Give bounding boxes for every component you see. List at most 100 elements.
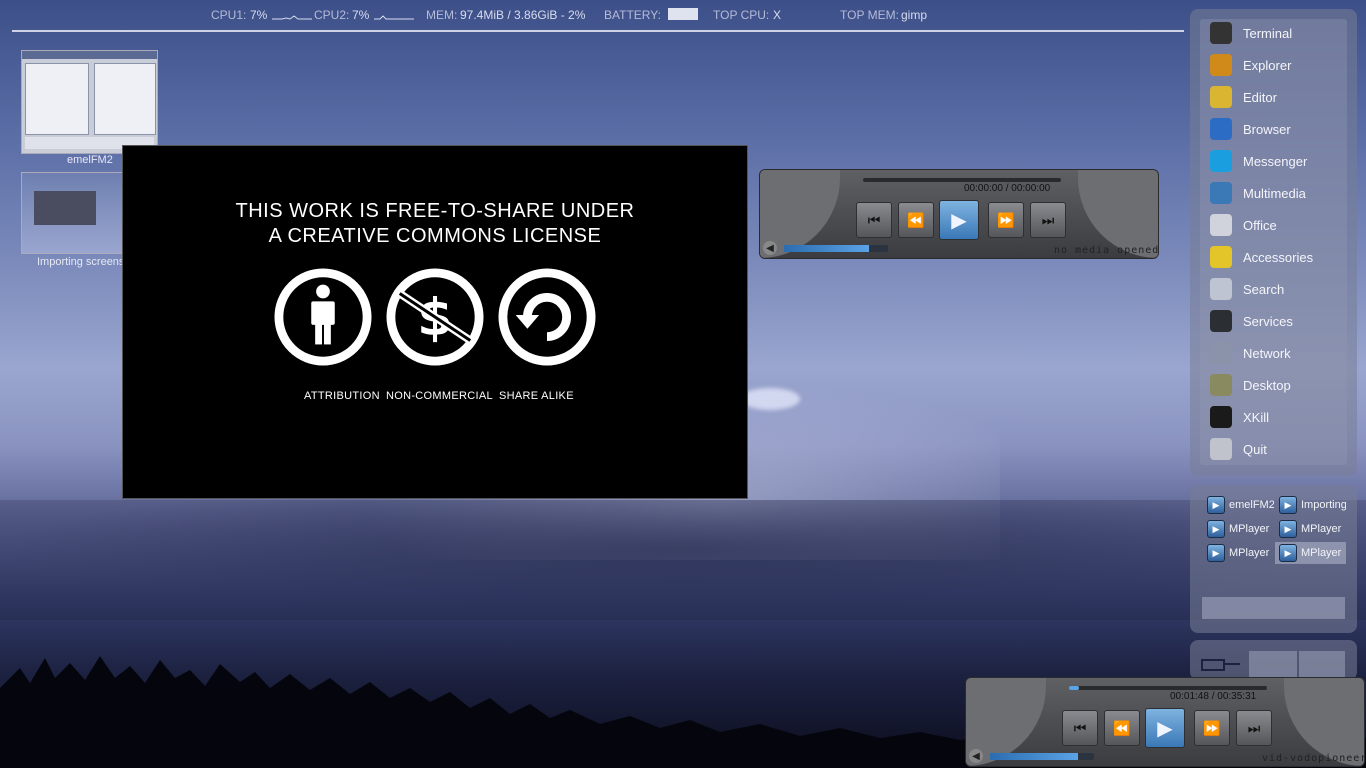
menu-item-label: XKill [1243,409,1270,425]
terminal-icon [1210,22,1232,44]
window-thumbnail-emelfm2[interactable] [21,50,158,154]
menu-item-label: Accessories [1243,249,1314,265]
image-viewer-window[interactable]: THIS WORK IS FREE-TO-SHARE UNDER A CREAT… [122,145,748,499]
pager-workspace-2[interactable] [1299,651,1345,677]
menu-item-quit[interactable]: Quit [1202,435,1347,463]
task-button[interactable]: ▶ MPlayer [1203,518,1274,540]
task-button[interactable]: ▶ MPlayer [1275,542,1346,564]
time-display: 00:00:00 / 00:00:00 [964,183,1051,194]
task-button[interactable]: ▶ Importing [1275,494,1346,516]
mem-value: 97.4MiB / 3.86GiB - 2% [460,8,586,22]
power-icon [1210,438,1232,460]
task-button[interactable]: ▶ MPlayer [1203,542,1274,564]
share-alike-caption: SHARE ALIKE [499,390,574,402]
menu-item-label: Messenger [1243,153,1308,169]
fast-forward-button[interactable]: ⏩ [988,202,1024,238]
menu-item-editor[interactable]: Editor [1202,83,1347,111]
menu-item-messenger[interactable]: Messenger [1202,147,1347,175]
play-button[interactable]: ▶ [1145,708,1185,748]
fast-forward-button[interactable]: ⏩ [1194,710,1230,746]
thumbnail-right-pane [94,63,156,135]
top-mem-label: TOP MEM: [840,8,899,22]
menu-item-desktop[interactable]: Desktop [1202,371,1347,399]
skip-previous-button[interactable]: ⏮ [856,202,892,238]
non-commercial-icon: $ [386,268,484,366]
volume-level [990,753,1079,760]
cpu2-value: 7% [352,8,370,22]
task-label: MPlayer [1301,547,1342,559]
task-label: Importing [1301,499,1346,511]
media-status: no media opened. [1054,245,1159,256]
menu-item-office[interactable]: Office [1202,211,1347,239]
skip-previous-button[interactable]: ⏮ [1062,710,1098,746]
menu-item-multimedia[interactable]: Multimedia [1202,179,1347,207]
menu-item-xkill[interactable]: XKill [1202,403,1347,431]
explorer-icon [1210,54,1232,76]
menu-item-label: Explorer [1243,57,1292,73]
menu-item-label: Browser [1243,121,1291,137]
menu-item-search[interactable]: Search [1202,275,1347,303]
browser-icon [1210,118,1232,140]
multimedia-icon [1210,182,1232,204]
thumbnail-label-importing: Importing screens [37,256,125,268]
menu-item-terminal[interactable]: Terminal [1202,19,1347,47]
media-player-top[interactable]: 00:00:00 / 00:00:00 ⏮ ⏪ ▶ ⏩ ⏭ ◀ no media… [759,169,1159,259]
task-label: MPlayer [1229,547,1270,559]
media-player-bottom[interactable]: 00:01:48 / 00:35:31 ⏮ ⏪ ▶ ⏩ ⏭ ◀ vid-vodo… [965,677,1365,767]
menu-item-label: Quit [1243,441,1267,457]
wallpaper-clouds [0,500,1366,620]
volume-icon[interactable]: ◀ [969,749,983,763]
share-alike-icon [498,268,596,366]
mem-label: MEM: [426,8,458,22]
license-title-line2: A CREATIVE COMMONS LICENSE [268,225,602,247]
office-icon [1210,214,1232,236]
mplayer-icon: ▶ [1279,544,1297,562]
battery-bar [668,8,698,20]
editor-icon [1210,86,1232,108]
skip-next-button[interactable]: ⏭ [1236,710,1272,746]
rewind-button[interactable]: ⏪ [898,202,934,238]
emelfm2-icon: ▶ [1207,496,1225,514]
battery-label: BATTERY: [604,8,661,22]
monitor-divider [12,30,1184,32]
search-icon [1210,278,1232,300]
cpu2-graph [374,15,414,20]
messenger-icon [1210,150,1232,172]
menu-item-label: Multimedia [1243,185,1306,201]
cpu1-label: CPU1: [211,8,247,22]
seek-bar[interactable] [1069,686,1267,690]
wallpaper-cloud [740,388,800,410]
task-label: emelFM2 [1229,499,1274,511]
attribution-icon [274,268,372,366]
desktop-icon [1210,374,1232,396]
top-mem-value: gimp [901,8,928,22]
seek-progress [1069,686,1079,690]
task-button[interactable]: ▶ emelFM2 [1203,494,1274,516]
volume-slider[interactable] [784,245,888,252]
menu-item-explorer[interactable]: Explorer [1202,51,1347,79]
pager-workspace-1[interactable] [1249,651,1297,677]
window-thumbnail-importing[interactable] [21,172,123,254]
task-button[interactable]: ▶ MPlayer [1275,518,1346,540]
top-cpu-label: TOP CPU: [713,8,770,22]
accessories-icon [1210,246,1232,268]
volume-slider[interactable] [990,753,1094,760]
non-commercial-caption: NON-COMMERCIAL [386,390,493,402]
seek-bar[interactable] [863,178,1061,182]
menu-item-label: Search [1243,281,1285,297]
rewind-button[interactable]: ⏪ [1104,710,1140,746]
menu-item-label: Office [1243,217,1277,233]
mplayer-icon: ▶ [1279,520,1297,538]
menu-item-services[interactable]: Services [1202,307,1347,335]
skip-next-button[interactable]: ⏭ [1030,202,1066,238]
cpu1-value: 7% [250,8,268,22]
menu-item-browser[interactable]: Browser [1202,115,1347,143]
play-button[interactable]: ▶ [939,200,979,240]
menu-item-network[interactable]: Network [1202,339,1347,367]
cpu2-label: CPU2: [314,8,350,22]
volume-icon[interactable]: ◀ [763,241,777,255]
thumbnail-screenshot-preview [34,191,96,225]
menu-item-accessories[interactable]: Accessories [1202,243,1347,271]
task-label: MPlayer [1301,523,1342,535]
time-display: 00:01:48 / 00:35:31 [1170,691,1257,702]
